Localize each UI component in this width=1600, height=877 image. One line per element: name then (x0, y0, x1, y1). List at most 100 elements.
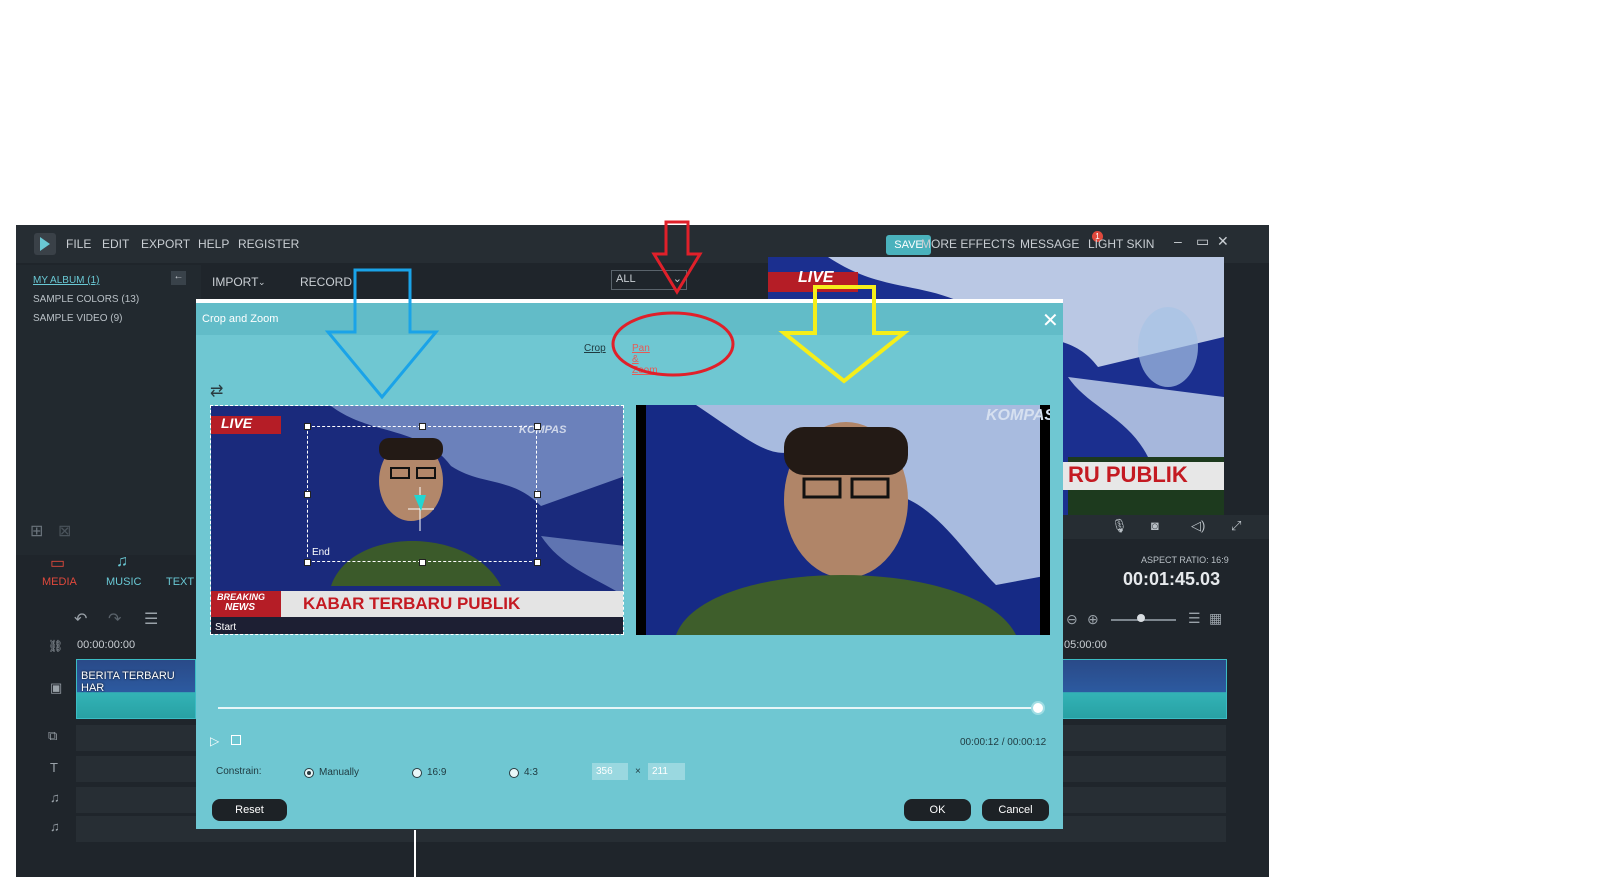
width-input[interactable] (592, 763, 628, 780)
video-clip-right[interactable] (1061, 659, 1227, 719)
import-button[interactable]: IMPORT (212, 275, 258, 289)
message-button[interactable]: MESSAGE (1020, 237, 1079, 251)
media-filter-select[interactable]: ALL ⌄ (611, 270, 687, 290)
audio-track-2-icon: ♫ (50, 819, 60, 834)
collapse-panel-icon[interactable]: ← (171, 271, 186, 285)
import-chevron-down-icon[interactable]: ⌄ (258, 277, 266, 288)
stop-icon[interactable] (231, 735, 241, 745)
close-window-icon[interactable]: ✕ (1217, 233, 1229, 250)
zoom-in-icon[interactable]: ⊕ (1087, 611, 1099, 628)
dialog-title: Crop and Zoom (202, 313, 279, 325)
progress-slider[interactable] (218, 707, 1038, 709)
minimize-icon[interactable]: – (1174, 233, 1182, 249)
timeline-playhead[interactable] (414, 830, 416, 877)
aspect-ratio-label: ASPECT RATIO: 16:9 (1141, 555, 1229, 565)
link-icon[interactable]: ⛓ (48, 639, 63, 653)
menu-register[interactable]: REGISTER (238, 237, 299, 251)
menu-help[interactable]: HELP (198, 237, 229, 251)
clip-label: BERITA TERBARU HAR (81, 670, 175, 694)
menu-file[interactable]: FILE (66, 237, 91, 251)
add-folder-icon[interactable]: ⊞ (30, 521, 43, 541)
folder-icon: ▭ (50, 555, 66, 572)
preview-timecode: 00:01:45.03 (1123, 569, 1221, 589)
end-label: End (312, 547, 330, 558)
constrain-label: Constrain: (216, 766, 262, 777)
remove-folder-icon[interactable]: ⊠ (58, 521, 71, 541)
headline-text: KABAR TERBARU PUBLIK (303, 594, 521, 613)
tab-music-label: MUSIC (106, 576, 142, 588)
crop-handle[interactable] (419, 423, 426, 430)
preview-live-tag: LIVE (798, 269, 834, 286)
source-frame[interactable]: LIVE KOMPAS BREAKING NEWS KABAR TERBARU … (210, 405, 624, 635)
music-note-icon: ♫ (116, 553, 128, 570)
adjust-icon[interactable]: ☰ (144, 609, 158, 629)
video-track-icon: ▣ (50, 680, 63, 695)
undo-icon[interactable]: ↶ (74, 609, 87, 629)
result-frame-image (636, 405, 1050, 635)
maximize-icon[interactable]: ▭ (1196, 233, 1209, 250)
crop-handle[interactable] (419, 559, 426, 566)
light-skin-button[interactable]: LIGHT SKIN (1088, 237, 1154, 251)
crop-handle[interactable] (534, 423, 541, 430)
crop-handle[interactable] (534, 491, 541, 498)
progress-slider-knob[interactable] (1031, 701, 1045, 715)
radio-manually[interactable] (304, 768, 314, 778)
crop-handle[interactable] (304, 423, 311, 430)
menu-export[interactable]: EXPORT (141, 237, 190, 251)
move-cursor-icon (408, 487, 434, 531)
more-effects-button[interactable]: MORE EFFECTS (921, 237, 1015, 251)
crop-handle[interactable] (304, 559, 311, 566)
preview-control-bar: 🎙 ◙ ◁) ⤢ (1051, 515, 1269, 539)
crop-handle[interactable] (304, 491, 311, 498)
timeline-end-time: 05:00:00 (1064, 639, 1107, 651)
tab-crop[interactable]: Crop (584, 343, 606, 354)
crop-handle[interactable] (534, 559, 541, 566)
video-clip-left[interactable]: BERITA TERBARU HAR (76, 659, 196, 719)
reset-button[interactable]: Reset (212, 799, 287, 821)
crop-rectangle[interactable]: End (304, 423, 541, 566)
zoom-out-icon[interactable]: ⊖ (1066, 611, 1078, 628)
text-track-icon: T (50, 760, 58, 775)
album-panel: MY ALBUM (1) SAMPLE COLORS (13) SAMPLE V… (16, 265, 201, 555)
radio-16-9-label: 16:9 (427, 767, 447, 778)
news-label: NEWS (225, 602, 255, 613)
breaking-label: BREAKING (217, 592, 266, 602)
cancel-button[interactable]: Cancel (982, 799, 1049, 821)
camera-snapshot-icon[interactable]: ◙ (1151, 518, 1159, 533)
result-logo-text: KOMPAS (986, 407, 1050, 424)
album-item-my-album[interactable]: MY ALBUM (1) (33, 275, 100, 286)
times-symbol: × (635, 766, 641, 777)
preview-banner-text: RU PUBLIK (1068, 462, 1188, 487)
record-button[interactable]: RECORD (300, 275, 352, 289)
close-icon[interactable]: ✕ (1042, 308, 1059, 333)
playback-time: 00:00:12 / 00:00:12 (960, 737, 1047, 748)
overlay-track-icon: ⧉ (48, 728, 58, 743)
start-label: Start (215, 622, 237, 633)
menu-edit[interactable]: EDIT (102, 237, 129, 251)
ok-button[interactable]: OK (904, 799, 971, 821)
filter-value: ALL (616, 273, 636, 285)
fullscreen-icon[interactable]: ⤢ (1231, 518, 1241, 534)
redo-icon[interactable]: ↷ (108, 609, 121, 629)
source-live-tag: LIVE (221, 415, 253, 431)
timeline-zoom-knob[interactable] (1137, 614, 1145, 622)
album-item-sample-video[interactable]: SAMPLE VIDEO (9) (33, 313, 122, 324)
microphone-icon[interactable]: 🎙 (1111, 518, 1128, 534)
dialog-header: Crop and Zoom ✕ (196, 303, 1063, 335)
list-view-icon[interactable]: ☰ (1188, 610, 1201, 627)
tab-media-label: MEDIA (42, 576, 77, 588)
timeline-start-time: 00:00:00:00 (77, 639, 136, 651)
audio-track-icon: ♫ (50, 790, 60, 805)
radio-4-3-label: 4:3 (524, 767, 538, 778)
radio-4-3[interactable] (509, 768, 519, 778)
tab-pan-zoom[interactable]: Pan & Zoom (632, 343, 658, 376)
height-input[interactable] (648, 763, 685, 780)
chevron-down-icon: ⌄ (672, 273, 682, 285)
volume-icon[interactable]: ◁) (1191, 518, 1205, 534)
tab-text[interactable]: TEXT (166, 576, 194, 588)
play-icon[interactable]: ▷ (210, 734, 219, 748)
album-item-sample-colors[interactable]: SAMPLE COLORS (13) (33, 294, 139, 305)
grid-view-icon[interactable]: ▦ (1209, 610, 1222, 627)
radio-16-9[interactable] (412, 768, 422, 778)
swap-start-end-icon[interactable]: ⇄ (210, 381, 223, 401)
